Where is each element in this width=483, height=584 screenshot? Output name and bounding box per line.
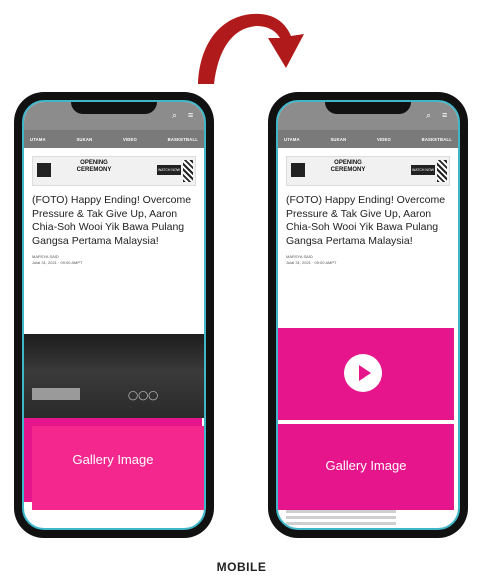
nav-item[interactable]: UTAMA bbox=[284, 137, 300, 142]
phone-left-screen: ⌕ ≡ UTAMA SUKAN VIDEO BASKETBALL OPENING… bbox=[22, 100, 206, 530]
search-icon[interactable]: ⌕ bbox=[172, 111, 180, 120]
ad-banner[interactable]: OPENING CEREMONY WATCH NOW bbox=[286, 156, 450, 186]
article-byline: MARSYA SAID Julai 31, 2021 · 09:00 AMPT bbox=[32, 254, 196, 266]
article-date: Julai 31, 2021 · 09:00 AMPT bbox=[286, 260, 337, 265]
nav-item[interactable]: SUKAN bbox=[330, 137, 346, 142]
video-block[interactable] bbox=[278, 328, 454, 420]
article-author: MARSYA SAID bbox=[32, 254, 59, 259]
nav-item[interactable]: UTAMA bbox=[30, 137, 46, 142]
gallery-shadow bbox=[32, 426, 204, 510]
article-text-lines bbox=[286, 510, 396, 528]
photo-sign bbox=[32, 388, 80, 400]
caption: MOBILE bbox=[216, 560, 267, 574]
banner-cta[interactable]: WATCH NOW bbox=[157, 165, 181, 175]
ad-banner[interactable]: OPENING CEREMONY WATCH NOW bbox=[32, 156, 196, 186]
article-headline: (FOTO) Happy Ending! Overcome Pressure &… bbox=[32, 194, 192, 247]
gallery-image-block[interactable]: Gallery Image bbox=[278, 424, 454, 510]
nav-item[interactable]: BASKETBALL bbox=[168, 137, 198, 142]
notch bbox=[71, 102, 157, 114]
nav-bar: UTAMA SUKAN VIDEO BASKETBALL bbox=[24, 130, 204, 148]
banner-title: OPENING CEREMONY bbox=[76, 160, 112, 173]
nav-item[interactable]: SUKAN bbox=[76, 137, 92, 142]
phone-right: ⌕ ≡ UTAMA SUKAN VIDEO BASKETBALL OPENING… bbox=[268, 92, 468, 538]
olympic-rings-icon: ◯◯◯ bbox=[128, 390, 159, 400]
transition-arrow-icon bbox=[198, 13, 304, 84]
nav-bar: UTAMA SUKAN VIDEO BASKETBALL bbox=[278, 130, 458, 148]
phone-right-screen: ⌕ ≡ UTAMA SUKAN VIDEO BASKETBALL OPENING… bbox=[276, 100, 460, 530]
menu-icon[interactable]: ≡ bbox=[442, 111, 450, 120]
banner-logo bbox=[37, 163, 51, 177]
banner-cta[interactable]: WATCH NOW bbox=[411, 165, 435, 175]
menu-icon[interactable]: ≡ bbox=[188, 111, 196, 120]
banner-decoration bbox=[437, 160, 447, 182]
gallery-label: Gallery Image bbox=[325, 458, 407, 473]
article-date: Julai 31, 2021 · 09:00 AMPT bbox=[32, 260, 83, 265]
article-photo: ◯◯◯ bbox=[24, 334, 204, 418]
gallery-image-block[interactable]: Gallery Image bbox=[24, 418, 204, 510]
search-icon[interactable]: ⌕ bbox=[426, 111, 434, 120]
article-author: MARSYA SAID bbox=[286, 254, 313, 259]
notch bbox=[325, 102, 411, 114]
nav-item[interactable]: BASKETBALL bbox=[422, 137, 452, 142]
phone-left: ⌕ ≡ UTAMA SUKAN VIDEO BASKETBALL OPENING… bbox=[14, 92, 214, 538]
banner-logo bbox=[291, 163, 305, 177]
nav-item[interactable]: VIDEO bbox=[377, 137, 391, 142]
play-icon[interactable] bbox=[344, 354, 382, 392]
article-byline: MARSYA SAID Julai 31, 2021 · 09:00 AMPT bbox=[286, 254, 450, 266]
gallery-label: Gallery Image bbox=[72, 452, 154, 467]
banner-decoration bbox=[183, 160, 193, 182]
article-headline: (FOTO) Happy Ending! Overcome Pressure &… bbox=[286, 194, 446, 247]
banner-title: OPENING CEREMONY bbox=[330, 160, 366, 173]
nav-item[interactable]: VIDEO bbox=[123, 137, 137, 142]
